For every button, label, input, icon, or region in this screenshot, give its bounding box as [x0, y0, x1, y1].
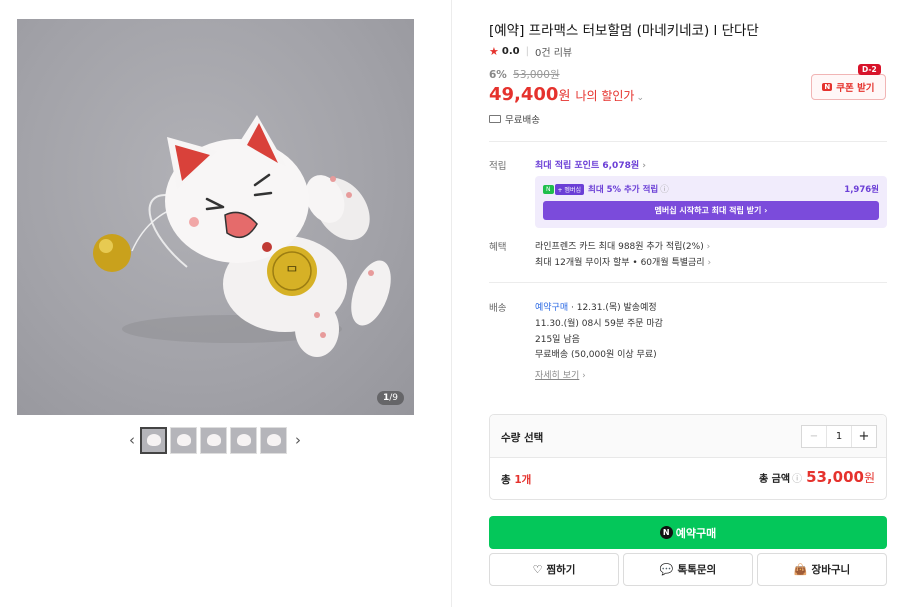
discount-row: 6% 53,000원: [489, 67, 560, 82]
delivery-label: 배송: [489, 303, 507, 314]
star-icon: ★: [489, 45, 499, 58]
naver-pay-icon: N: [659, 526, 673, 539]
chevron-right-icon[interactable]: ›: [290, 426, 306, 454]
price-row: 49,400 원 나의 할인가 ⌄: [489, 84, 644, 105]
thumbnail-strip: ‹ ›: [124, 426, 306, 454]
free-shipping-note: 무료배송 (50,000원 이상 무료): [535, 350, 657, 360]
increase-button[interactable]: +: [851, 426, 876, 447]
quantity-stepper: − 1 +: [801, 425, 877, 448]
chat-icon: 💬: [659, 563, 674, 576]
installment-link[interactable]: 최대 12개월 무이자 할부 • 60개월 특별금리 ›: [535, 255, 711, 268]
membership-rate: 최대 5% 추가 적립: [588, 185, 659, 195]
divider: [489, 141, 887, 142]
my-discount-link[interactable]: 나의 할인가: [575, 87, 634, 104]
delivery-detail-link[interactable]: 자세히 보기 ›: [535, 368, 586, 381]
preorder-buy-button[interactable]: N 예약구매: [489, 516, 887, 549]
quantity-header: 수량 선택: [501, 432, 544, 444]
price-unit: 원: [558, 89, 571, 104]
info-icon[interactable]: ⓘ: [660, 183, 669, 195]
truck-icon: [489, 115, 501, 123]
discount-percent: 6%: [489, 69, 507, 81]
membership-start-button[interactable]: 멤버십 시작하고 최대 적립 받기 ›: [543, 201, 879, 220]
membership-amount: 1,976원: [844, 185, 879, 195]
thumbnail[interactable]: [200, 426, 227, 454]
delivery-type-row: 예약구매 · 12.31.(목) 발송예정: [535, 303, 657, 313]
membership-badge: + 멤버십: [554, 183, 584, 195]
divider: [489, 282, 887, 283]
membership-box: N + 멤버십 최대 5% 추가 적립 ⓘ 1,976원 멤버십 시작하고 최대…: [535, 176, 887, 228]
decrease-button[interactable]: −: [802, 426, 827, 447]
thumbnail[interactable]: [260, 426, 287, 454]
quantity-value[interactable]: 1: [827, 426, 851, 447]
cart-button[interactable]: 👜 장바구니: [757, 553, 887, 586]
shipping-row: 무료배송: [489, 112, 540, 126]
info-icon: ⓘ: [792, 473, 803, 485]
points-label: 적립: [489, 161, 507, 172]
order-deadline: 11.30.(월) 08시 59분 주문 마감: [535, 319, 663, 329]
days-remaining: 215일 남음: [535, 335, 580, 345]
review-count[interactable]: 0건 리뷰: [535, 44, 572, 59]
product-title: [예약] 프라맥스 터보할멈 (마네키네코) l 단다단: [489, 23, 759, 39]
quantity-box: 수량 선택 − 1 + 총 1개 총 금액 ⓘ 53,000 원: [489, 414, 887, 500]
preorder-tag: 예약구매: [535, 303, 569, 313]
talk-inquiry-button[interactable]: 💬 톡톡문의: [623, 553, 753, 586]
card-benefit-link[interactable]: 라인프렌즈 카드 최대 988원 추가 적립(2%) ›: [535, 239, 710, 252]
chevron-down-icon[interactable]: ⌄: [636, 93, 644, 103]
shopping-bag-icon: 👜: [793, 563, 808, 576]
wishlist-button[interactable]: ♡ 찜하기: [489, 553, 619, 586]
thumbnail[interactable]: [170, 426, 197, 454]
original-price: 53,000원: [513, 69, 560, 81]
total-count: 총 1개: [501, 474, 532, 486]
benefits-label: 혜택: [489, 242, 507, 253]
heart-icon: ♡: [532, 563, 543, 576]
rating-value: 0.0: [501, 46, 520, 57]
naver-badge: N: [543, 184, 554, 194]
coupon-button[interactable]: N 쿠폰 받기: [811, 74, 886, 100]
shipping-text: 무료배송: [505, 115, 540, 126]
rating-row[interactable]: ★ 0.0 | 0건 리뷰: [489, 44, 572, 59]
sale-price: 49,400: [489, 84, 559, 105]
image-counter: 1/9: [376, 391, 404, 405]
figure-illustration: ᄆ: [93, 115, 391, 357]
thumbnail[interactable]: [140, 426, 167, 454]
coupon-dday-badge: D-2: [858, 64, 881, 75]
svg-text:ᄆ: ᄆ: [286, 265, 299, 281]
product-gallery: ᄆ 1/9 ‹ ›: [0, 0, 452, 607]
max-points-link[interactable]: 최대 적립 포인트 6,078원 ›: [535, 158, 646, 171]
total-amount: 총 금액 ⓘ 53,000 원: [758, 468, 875, 486]
coupon-icon: N: [822, 83, 833, 91]
thumbnail[interactable]: [230, 426, 257, 454]
chevron-left-icon[interactable]: ‹: [124, 426, 140, 454]
product-main-image[interactable]: ᄆ 1/9: [17, 19, 414, 415]
